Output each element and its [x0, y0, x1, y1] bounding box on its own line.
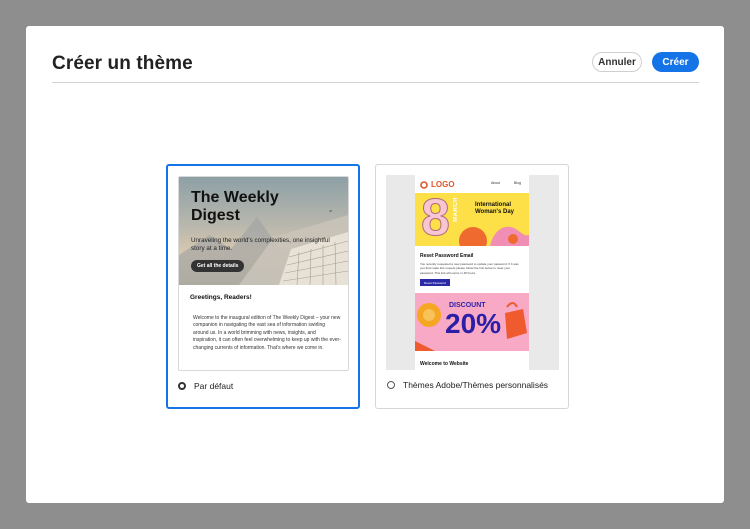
- preview-greeting: Greetings, Readers!: [190, 294, 252, 301]
- preview-hero-button: Get all the details: [191, 260, 245, 272]
- theme-card-adobe-custom[interactable]: LOGO About Blog 8 MARCH International Wo…: [375, 164, 569, 409]
- preview-nav-about: About: [491, 181, 501, 185]
- banner-text: International Woman's Day: [475, 202, 514, 215]
- preview-hero-subtitle: Unraveling the world's complexities, one…: [191, 237, 330, 252]
- radio-adobe-custom[interactable]: [387, 381, 395, 389]
- preview-hero: The Weekly Digest Unraveling the world's…: [179, 177, 348, 285]
- theme-label-adobe-custom: Thèmes Adobe/Thèmes personnalisés: [403, 380, 549, 390]
- logo-ring-icon: [420, 180, 428, 189]
- preview-womens-day-banner: 8 MARCH International Woman's Day: [415, 193, 529, 246]
- preview-reset-button: Reset Password: [420, 279, 450, 286]
- preview-reset-title: Reset Password Email: [420, 253, 474, 259]
- theme-preview-default: The Weekly Digest Unraveling the world's…: [178, 176, 349, 371]
- header-divider: [52, 82, 699, 83]
- discount-value: 20%: [445, 308, 502, 339]
- theme-card-default[interactable]: The Weekly Digest Unraveling the world's…: [166, 164, 360, 409]
- preview-reset-body: You recently requested a new password to…: [420, 262, 519, 275]
- preview-body-text: Welcome to the inaugural edition of The …: [193, 315, 341, 351]
- theme-option-default[interactable]: Par défaut: [178, 381, 233, 391]
- theme-option-adobe-custom[interactable]: Thèmes Adobe/Thèmes personnalisés: [387, 380, 548, 390]
- theme-label-default: Par défaut: [194, 381, 234, 391]
- preview-welcome: Welcome to Website: [420, 361, 469, 367]
- preview-hero-title: The Weekly Digest: [191, 189, 279, 224]
- banner-month: MARCH: [453, 197, 459, 222]
- preview-discount-banner: DISCOUNT 20%: [415, 293, 529, 351]
- preview-email: LOGO About Blog 8 MARCH International Wo…: [415, 175, 529, 370]
- preview-logo: LOGO: [420, 180, 455, 189]
- dialog-title: Créer un thème: [52, 53, 193, 74]
- radio-default-checked[interactable]: [178, 382, 186, 390]
- create-theme-dialog: Créer un thème Annuler Créer The Weekly …: [26, 26, 724, 503]
- cancel-button[interactable]: Annuler: [592, 52, 642, 72]
- create-button[interactable]: Créer: [652, 52, 699, 72]
- preview-nav-blog: Blog: [514, 181, 522, 185]
- theme-preview-adobe: LOGO About Blog 8 MARCH International Wo…: [386, 175, 559, 370]
- logo-text: LOGO: [431, 180, 455, 189]
- banner-number: 8: [421, 193, 451, 246]
